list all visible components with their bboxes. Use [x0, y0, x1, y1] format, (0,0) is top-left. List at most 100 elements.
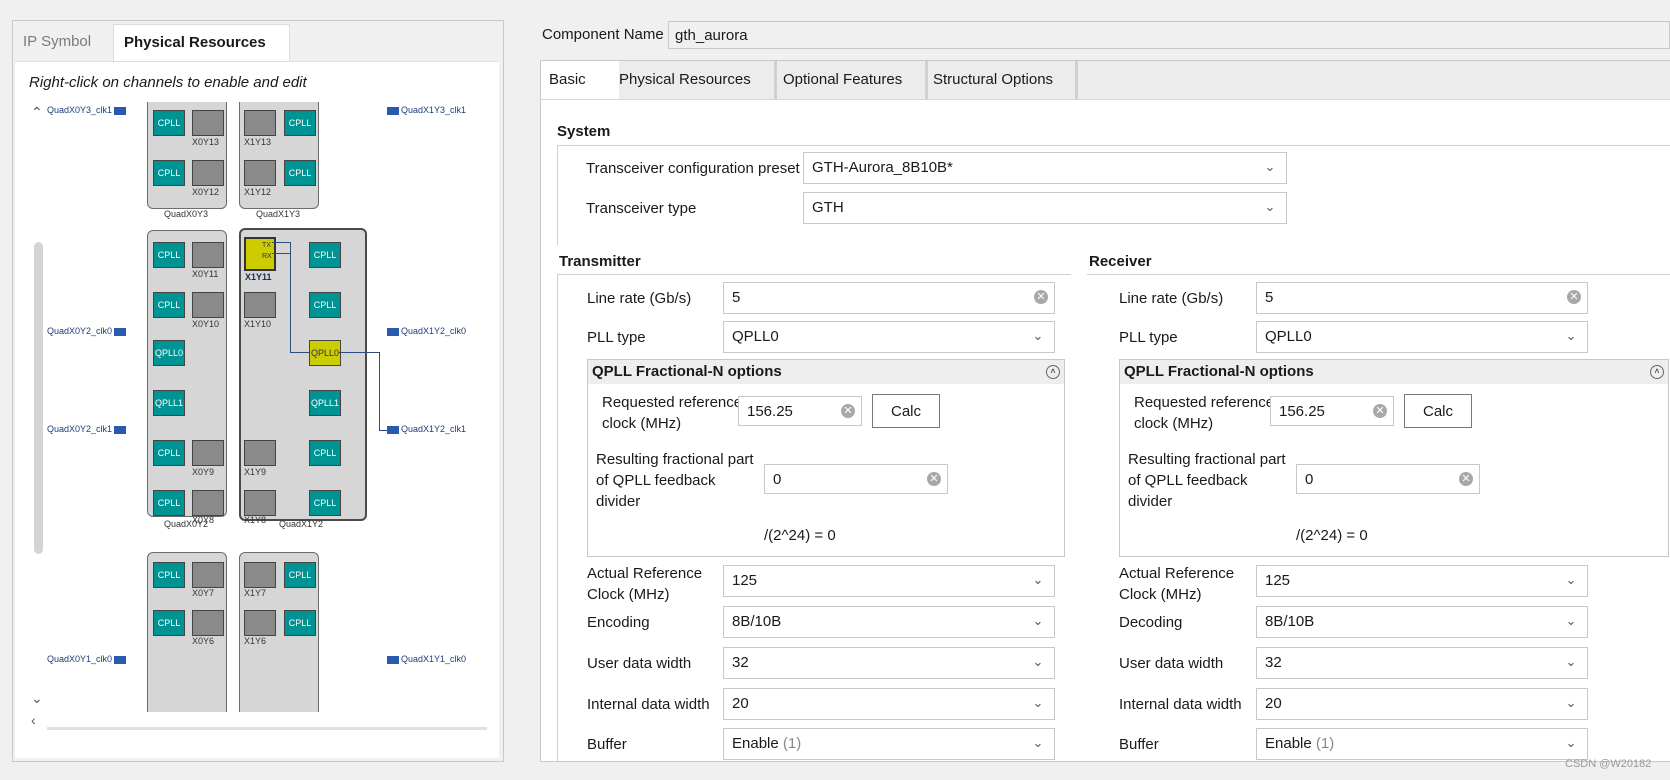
clear-icon[interactable]: ✕	[927, 472, 941, 486]
channel-chip[interactable]	[192, 440, 224, 466]
cpll-chip[interactable]: CPLL	[309, 292, 341, 318]
rx-buffer-select[interactable]: Enable (1) ⌄	[1256, 728, 1588, 760]
clock-pin[interactable]: QuadX1Y3_clk1	[385, 105, 466, 115]
tx-buffer-select[interactable]: Enable (1) ⌄	[723, 728, 1055, 760]
channel-chip[interactable]	[192, 292, 224, 318]
rx-decoding-select[interactable]: 8B/10B ⌄	[1256, 606, 1588, 638]
clear-icon[interactable]: ✕	[1373, 404, 1387, 418]
qpll1-chip[interactable]: QPLL1	[309, 390, 341, 416]
cpll-chip[interactable]: CPLL	[153, 490, 185, 516]
tx-calc-button[interactable]: Calc	[872, 394, 940, 428]
clear-icon[interactable]: ✕	[1567, 290, 1581, 304]
clock-pin[interactable]: QuadX1Y1_clk0	[385, 654, 466, 664]
tx-encoding-select[interactable]: 8B/10B ⌄	[723, 606, 1055, 638]
collapse-icon[interactable]: ˄	[1650, 365, 1664, 379]
tab-physical-resources-left[interactable]: Physical Resources	[113, 24, 290, 61]
channel-chip[interactable]	[192, 110, 224, 136]
clear-icon[interactable]: ✕	[841, 404, 855, 418]
clock-pin[interactable]: QuadX0Y2_clk0	[47, 326, 128, 336]
channel-chip[interactable]	[244, 562, 276, 588]
channel-chip[interactable]	[244, 610, 276, 636]
rx-actual-clock-select[interactable]: 125 ⌄	[1256, 565, 1588, 597]
clock-pin[interactable]: QuadX0Y1_clk0	[47, 654, 128, 664]
cpll-chip[interactable]: CPLL	[309, 440, 341, 466]
clock-pin[interactable]: QuadX1Y2_clk1	[385, 424, 466, 434]
cpll-chip[interactable]: CPLL	[153, 610, 185, 636]
clock-pin[interactable]: QuadX0Y3_clk1	[47, 105, 128, 115]
cpll-chip[interactable]: CPLL	[284, 610, 316, 636]
channel-chip[interactable]	[192, 562, 224, 588]
channel-chip[interactable]	[244, 490, 276, 516]
clock-pin-icon	[114, 425, 127, 434]
channel-label: X1Y6	[244, 636, 267, 646]
clear-icon[interactable]: ✕	[1034, 290, 1048, 304]
cpll-chip[interactable]: CPLL	[309, 490, 341, 516]
tx-actual-clock-select[interactable]: 125 ⌄	[723, 565, 1055, 597]
channel-chip[interactable]	[192, 242, 224, 268]
tx-requested-clock-input[interactable]: 156.25 ✕	[738, 396, 862, 426]
collapse-icon[interactable]: ˄	[1046, 365, 1060, 379]
qpll0-chip[interactable]: QPLL0	[153, 340, 185, 366]
channel-chip[interactable]	[192, 610, 224, 636]
divider	[557, 145, 558, 245]
tx-buffer-code: (1)	[782, 735, 802, 752]
channel-chip[interactable]	[244, 110, 276, 136]
rx-calc-button[interactable]: Calc	[1404, 394, 1472, 428]
tab-structural-options[interactable]: Structural Options	[925, 61, 1078, 99]
rx-fractional-part-input[interactable]: 0 ✕	[1296, 464, 1480, 494]
clock-label: QuadX1Y1_clk0	[401, 654, 467, 664]
cpll-chip[interactable]: CPLL	[153, 440, 185, 466]
channel-chip[interactable]	[192, 160, 224, 186]
scroll-thumb[interactable]	[34, 242, 43, 554]
channel-chip[interactable]	[244, 292, 276, 318]
vertical-scrollbar[interactable]: ⌃ ⌄	[29, 102, 47, 712]
qpll1-chip[interactable]: QPLL1	[153, 390, 185, 416]
preset-select[interactable]: GTH-Aurora_8B10B* ⌄	[803, 152, 1287, 184]
cpll-chip[interactable]: CPLL	[153, 160, 185, 186]
tab-basic[interactable]: Basic	[541, 61, 619, 99]
cpll-chip[interactable]: CPLL	[284, 562, 316, 588]
tab-optional-features[interactable]: Optional Features	[775, 61, 928, 99]
cpll-chip[interactable]: CPLL	[153, 292, 185, 318]
component-name-input[interactable]: gth_aurora	[668, 21, 1670, 49]
clock-pin[interactable]: QuadX0Y2_clk1	[47, 424, 128, 434]
cpll-chip[interactable]: CPLL	[284, 110, 316, 136]
scroll-left-icon[interactable]: ‹	[31, 712, 36, 728]
rx-internal-data-width-select[interactable]: 20 ⌄	[1256, 688, 1588, 720]
tx-user-data-width-select[interactable]: 32 ⌄	[723, 647, 1055, 679]
horizontal-scrollbar[interactable]: ‹	[29, 712, 491, 730]
tx-internal-data-width-select[interactable]: 20 ⌄	[723, 688, 1055, 720]
transceiver-type-select[interactable]: GTH ⌄	[803, 192, 1287, 224]
rx-pll-type-select[interactable]: QPLL0 ⌄	[1256, 321, 1588, 353]
tx-user-data-width-value: 32	[732, 654, 749, 671]
cpll-chip[interactable]: CPLL	[153, 562, 185, 588]
rx-fractional-result: /(2^24) = 0	[1296, 527, 1368, 544]
scroll-down-icon[interactable]: ⌄	[31, 690, 43, 707]
rx-buffer-label: Buffer	[1119, 736, 1159, 753]
scroll-up-icon[interactable]: ⌃	[31, 104, 43, 121]
channel-chip[interactable]	[192, 490, 224, 516]
channel-chip[interactable]	[244, 160, 276, 186]
qpll0-chip-selected[interactable]: QPLL0	[309, 340, 341, 366]
rx-fractional-n-header[interactable]: QPLL Fractional-N options ˄	[1120, 360, 1668, 384]
quad-map[interactable]: ⌃ ⌄ CPLL X0Y13 CPLL X0Y12 QuadX0Y3 X1Y13…	[29, 102, 491, 712]
cpll-chip[interactable]: CPLL	[153, 242, 185, 268]
tab-physical-resources[interactable]: Physical Resources	[611, 61, 777, 99]
horizontal-scroll-track[interactable]	[47, 727, 487, 730]
tx-fractional-part-input[interactable]: 0 ✕	[764, 464, 948, 494]
channel-label: X0Y11	[192, 269, 219, 279]
cpll-chip[interactable]: CPLL	[309, 242, 341, 268]
tx-fractional-n-header[interactable]: QPLL Fractional-N options ˄	[588, 360, 1064, 384]
rx-requested-clock-input[interactable]: 156.25 ✕	[1270, 396, 1394, 426]
tx-line-rate-label: Line rate (Gb/s)	[587, 290, 692, 307]
rx-user-data-width-select[interactable]: 32 ⌄	[1256, 647, 1588, 679]
clock-pin[interactable]: QuadX1Y2_clk0	[385, 326, 466, 336]
tx-line-rate-input[interactable]: 5 ✕	[723, 282, 1055, 314]
clear-icon[interactable]: ✕	[1459, 472, 1473, 486]
channel-label: X0Y12	[192, 187, 220, 197]
rx-line-rate-input[interactable]: 5 ✕	[1256, 282, 1588, 314]
tx-pll-type-select[interactable]: QPLL0 ⌄	[723, 321, 1055, 353]
cpll-chip[interactable]: CPLL	[153, 110, 185, 136]
cpll-chip[interactable]: CPLL	[284, 160, 316, 186]
channel-chip[interactable]	[244, 440, 276, 466]
